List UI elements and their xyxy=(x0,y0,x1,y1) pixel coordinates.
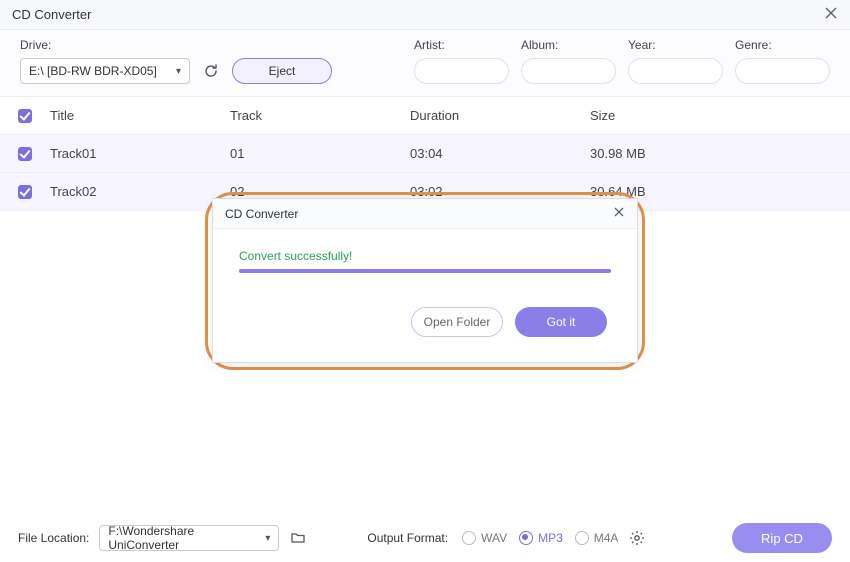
radio-dot xyxy=(519,531,533,545)
rip-cd-button[interactable]: Rip CD xyxy=(732,523,832,553)
close-icon[interactable] xyxy=(824,4,838,25)
status-text: Convert successfully! xyxy=(239,249,611,263)
chevron-down-icon: ▾ xyxy=(176,66,181,77)
radio-label: M4A xyxy=(594,531,619,545)
controls-row: Drive: E:\ [BD-RW BDR-XD05] ▾ Eject Arti… xyxy=(0,30,850,97)
file-location-label: File Location: xyxy=(18,531,89,545)
refresh-icon[interactable] xyxy=(202,62,220,80)
window-header: CD Converter xyxy=(0,0,850,30)
cell-track: 01 xyxy=(230,146,410,161)
col-duration: Duration xyxy=(410,108,590,123)
dialog-title: CD Converter xyxy=(225,207,298,221)
year-group: Year: xyxy=(628,38,723,84)
select-all-checkbox[interactable] xyxy=(18,109,32,123)
dialog-close-icon[interactable] xyxy=(613,205,625,223)
radio-m4a[interactable]: M4A xyxy=(575,531,619,545)
album-label: Album: xyxy=(521,38,616,52)
cell-track: 02 xyxy=(230,184,410,199)
drive-select[interactable]: E:\ [BD-RW BDR-XD05] ▾ xyxy=(20,58,190,84)
radio-dot xyxy=(575,531,589,545)
cell-duration: 03:04 xyxy=(410,146,590,161)
row-checkbox[interactable] xyxy=(18,185,32,199)
artist-input[interactable] xyxy=(414,58,509,84)
file-location-select[interactable]: F:\Wondershare UniConverter ▾ xyxy=(99,525,279,551)
chevron-down-icon: ▾ xyxy=(265,533,270,544)
album-input[interactable] xyxy=(521,58,616,84)
radio-label: MP3 xyxy=(538,531,563,545)
drive-value: E:\ [BD-RW BDR-XD05] xyxy=(29,64,157,78)
open-folder-button[interactable]: Open Folder xyxy=(411,307,503,337)
drive-group: Drive: E:\ [BD-RW BDR-XD05] ▾ xyxy=(20,38,190,84)
radio-dot xyxy=(462,531,476,545)
year-input[interactable] xyxy=(628,58,723,84)
eject-button[interactable]: Eject xyxy=(232,58,332,84)
radio-mp3[interactable]: MP3 xyxy=(519,531,563,545)
drive-label: Drive: xyxy=(20,38,190,52)
artist-label: Artist: xyxy=(414,38,509,52)
cell-title: Track02 xyxy=(50,184,230,199)
radio-label: WAV xyxy=(481,531,507,545)
window-title: CD Converter xyxy=(12,7,91,22)
col-title: Title xyxy=(50,108,230,123)
folder-icon[interactable] xyxy=(289,529,307,547)
table-header: Title Track Duration Size xyxy=(0,97,850,135)
radio-wav[interactable]: WAV xyxy=(462,531,507,545)
album-group: Album: xyxy=(521,38,616,84)
col-size: Size xyxy=(590,108,846,123)
progress-bar xyxy=(239,269,611,273)
genre-group: Genre: xyxy=(735,38,830,84)
cell-duration: 03:02 xyxy=(410,184,590,199)
footer-bar: File Location: F:\Wondershare UniConvert… xyxy=(0,514,850,562)
convert-result-dialog: CD Converter Convert successfully! Open … xyxy=(212,198,638,363)
output-format-radios: WAV MP3 M4A xyxy=(462,531,618,545)
dialog-actions: Open Folder Got it xyxy=(239,307,611,337)
cell-title: Track01 xyxy=(50,146,230,161)
artist-group: Artist: xyxy=(414,38,509,84)
output-format-label: Output Format: xyxy=(367,531,448,545)
col-track: Track xyxy=(230,108,410,123)
year-label: Year: xyxy=(628,38,723,52)
genre-input[interactable] xyxy=(735,58,830,84)
dialog-body: Convert successfully! Open Folder Got it xyxy=(213,229,637,347)
genre-label: Genre: xyxy=(735,38,830,52)
track-table: Title Track Duration Size Track01 01 03:… xyxy=(0,97,850,211)
cell-size: 30.64 MB xyxy=(590,184,846,199)
row-checkbox[interactable] xyxy=(18,147,32,161)
got-it-button[interactable]: Got it xyxy=(515,307,607,337)
gear-icon[interactable] xyxy=(628,529,646,547)
cell-size: 30.98 MB xyxy=(590,146,846,161)
table-row[interactable]: Track01 01 03:04 30.98 MB xyxy=(0,135,850,173)
dialog-header: CD Converter xyxy=(213,199,637,229)
file-location-value: F:\Wondershare UniConverter xyxy=(108,524,265,552)
